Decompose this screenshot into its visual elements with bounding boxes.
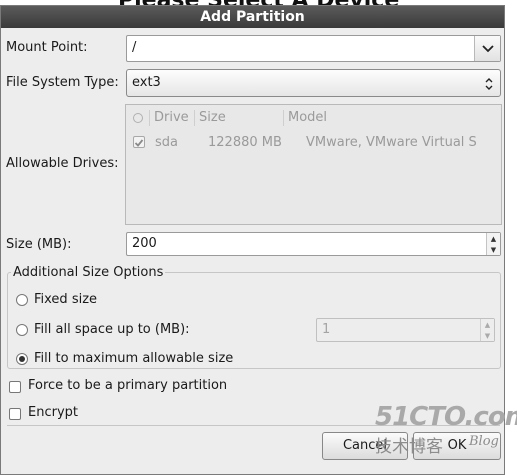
mount-point-combo[interactable]: /	[126, 35, 501, 62]
drive-row-checkbox[interactable]	[133, 136, 145, 148]
column-separator	[194, 110, 195, 126]
column-separator	[149, 110, 150, 126]
spin-down-icon[interactable]: ▼	[487, 244, 500, 255]
mount-point-label: Mount Point:	[6, 40, 88, 55]
fs-type-combo[interactable]: ext3	[126, 69, 501, 97]
fill-up-to-label[interactable]: Fill all space up to (MB):	[34, 322, 190, 337]
size-options-frame: Additional Size Options Fixed size Fill …	[7, 265, 501, 369]
fixed-size-radio[interactable]	[16, 294, 28, 306]
dialog-title: Add Partition	[1, 6, 504, 28]
drive-row-drive: sda	[155, 135, 178, 150]
checkmark-icon	[134, 139, 144, 147]
watermark-brand: 51CTO.com	[375, 402, 517, 432]
fill-up-to-value: 1	[322, 322, 331, 337]
column-separator	[283, 110, 284, 126]
column-header-drive: Drive	[154, 110, 189, 125]
size-label: Size (MB):	[6, 237, 72, 252]
chevron-down-icon	[481, 44, 494, 52]
fs-type-value: ext3	[132, 75, 161, 90]
watermark-subtitle: 技术博客	[375, 437, 443, 457]
fixed-size-label[interactable]: Fixed size	[34, 292, 97, 307]
mount-point-value: /	[132, 40, 137, 55]
fill-up-to-spinbutton[interactable]: 1 ▲ ▼	[316, 318, 495, 342]
drives-table: Drive Size Model sda 122880 MB VMware, V…	[125, 104, 502, 225]
drive-row-model: VMware, VMware Virtual S	[306, 135, 477, 150]
fs-type-label: File System Type:	[6, 75, 119, 90]
spin-up-icon[interactable]: ▲	[481, 319, 494, 330]
select-all-radio-header	[133, 113, 143, 123]
size-value: 200	[132, 236, 157, 251]
primary-partition-label[interactable]: Force to be a primary partition	[28, 378, 227, 393]
fill-up-to-radio[interactable]	[16, 324, 28, 336]
fill-max-radio[interactable]	[16, 353, 28, 365]
watermark: 51CTO.com 技术博客 Blog	[373, 402, 517, 462]
column-header-size: Size	[199, 110, 226, 125]
size-options-legend: Additional Size Options	[11, 265, 166, 280]
fill-up-to-spin-arrows[interactable]: ▲ ▼	[480, 319, 494, 341]
size-spin-arrows[interactable]: ▲ ▼	[486, 233, 500, 255]
spin-down-icon[interactable]: ▼	[481, 330, 494, 341]
size-spinbutton[interactable]: 200 ▲ ▼	[126, 232, 501, 256]
encrypt-label[interactable]: Encrypt	[28, 405, 78, 420]
column-header-model: Model	[288, 110, 328, 125]
watermark-blog: Blog	[469, 434, 499, 449]
encrypt-checkbox[interactable]	[9, 408, 21, 420]
allowable-drives-label: Allowable Drives:	[6, 156, 119, 171]
mount-point-dropdown-button[interactable]	[474, 36, 500, 61]
spin-up-icon[interactable]: ▲	[487, 233, 500, 244]
primary-partition-checkbox[interactable]	[9, 381, 21, 393]
drive-row-size: 122880 MB	[208, 135, 282, 150]
updown-arrows-icon	[485, 78, 493, 90]
fill-max-label[interactable]: Fill to maximum allowable size	[34, 351, 233, 366]
